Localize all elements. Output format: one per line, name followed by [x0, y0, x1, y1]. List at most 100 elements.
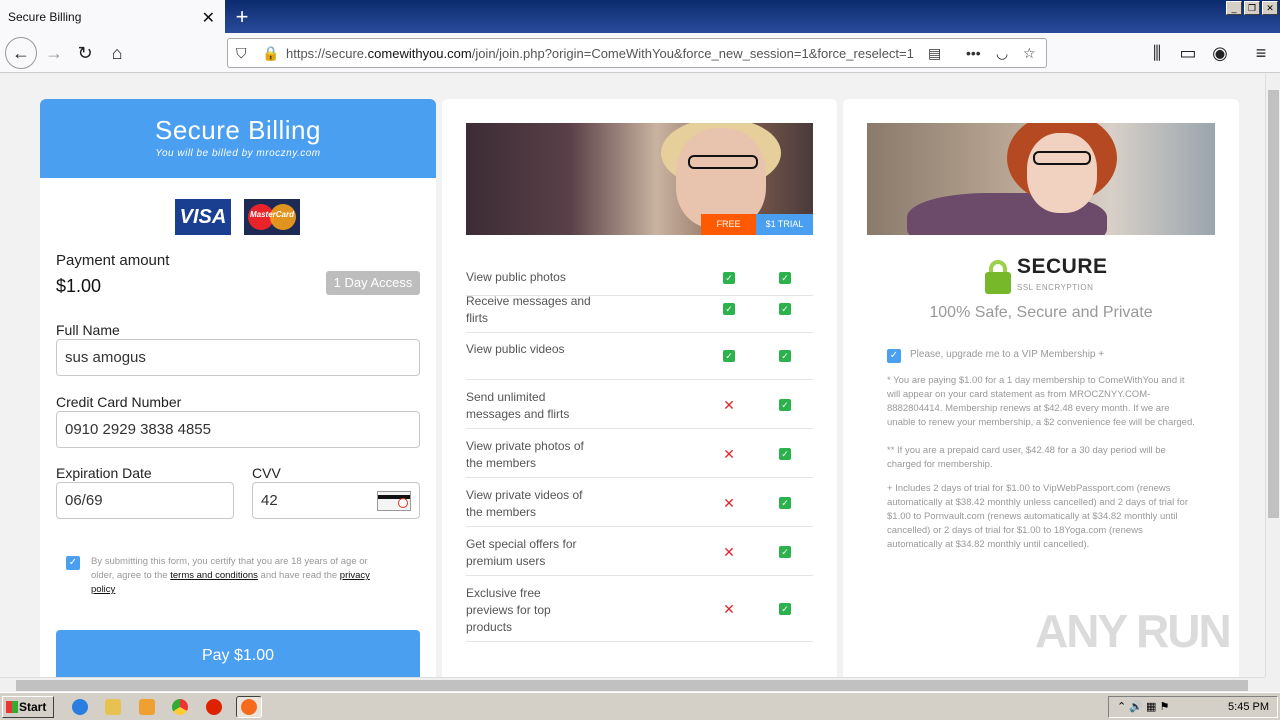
check-icon: ✓ [779, 497, 791, 509]
start-button[interactable]: Start [2, 696, 54, 718]
nav-toolbar: ← → ↻ ⌂ ⛉ 🔒 https://secure.comewithyou.c… [0, 33, 1280, 73]
bookmark-star-icon[interactable]: ☆ [1023, 45, 1036, 62]
security-card: SECURE SSL ENCRYPTION 100% Safe, Secure a… [843, 99, 1239, 677]
cross-icon: ✕ [723, 446, 735, 462]
close-window-icon[interactable]: ✕ [1262, 1, 1278, 15]
check-icon: ✓ [779, 448, 791, 460]
shield-icon[interactable]: ⛉ [236, 45, 247, 62]
free-tag: FREE [701, 214, 756, 235]
tab-title: Secure Billing [8, 9, 82, 24]
feature-label: Get special offers for premium users [466, 537, 577, 568]
clock: 5:45 PM [1228, 701, 1269, 713]
menu-icon[interactable]: ≡ [1249, 41, 1273, 65]
terms-link[interactable]: terms and conditions [170, 570, 258, 581]
cvv-field[interactable]: 42 [252, 482, 420, 519]
url-prefix: https://secure. [286, 46, 368, 61]
chrome-icon[interactable] [172, 699, 188, 715]
check-icon: ✓ [723, 350, 735, 362]
feature-row: View private photos of the members ✕ ✓ [466, 429, 813, 478]
secure-text: SECURE [1017, 255, 1108, 278]
fine-print-3: + Includes 2 days of trial for $1.00 to … [887, 483, 1188, 550]
vip-label: Please, upgrade me to a VIP Membership + [910, 349, 1105, 360]
cross-icon: ✕ [723, 495, 735, 511]
tab-bar: Secure Billing ✕ + _ ❐ ✕ [0, 0, 1280, 33]
feature-label: Exclusive free previews for top products [466, 586, 551, 634]
restore-icon[interactable]: ❐ [1244, 1, 1260, 15]
billing-header: Secure Billing You will be billed by mro… [40, 99, 436, 178]
taskbar: Start ⌃ 🔊 ▦ ⚑ 5:45 PM [0, 692, 1280, 720]
pay-button[interactable]: Pay $1.00 [56, 630, 420, 677]
feature-row: Exclusive free previews for top products… [466, 576, 813, 642]
cross-icon: ✕ [723, 544, 735, 560]
check-icon: ✓ [723, 303, 735, 315]
browser-tab[interactable]: Secure Billing ✕ [0, 0, 225, 33]
cvv-value: 42 [261, 492, 278, 509]
url-domain: comewithyou.com [367, 46, 472, 61]
visa-logo: VISA [175, 199, 231, 235]
cross-icon: ✕ [723, 601, 735, 617]
forward-icon[interactable]: → [42, 41, 66, 65]
account-icon[interactable]: ◉ [1208, 41, 1232, 65]
ssl-badge: SECURE SSL ENCRYPTION [985, 255, 1108, 295]
fine-print-2: ** If you are a prepaid card user, $42.4… [887, 445, 1166, 470]
trial-tag: $1 TRIAL [756, 214, 813, 235]
window-controls: _ ❐ ✕ [1226, 1, 1278, 15]
cvv-label: CVV [252, 465, 281, 481]
feature-row: Receive messages and flirts ✓ ✓ [466, 284, 813, 333]
new-tab-icon[interactable]: + [230, 4, 254, 30]
feature-row: View private videos of the members ✕ ✓ [466, 478, 813, 527]
feature-label: View public videos [466, 342, 565, 356]
pocket-icon[interactable]: ◡ [996, 45, 1008, 62]
url-text[interactable]: https://secure.comewithyou.com/join/join… [286, 46, 916, 61]
vertical-scrollbar[interactable] [1265, 74, 1280, 677]
reader-view-icon[interactable]: ▤ [928, 45, 941, 62]
close-tab-icon[interactable]: ✕ [202, 8, 215, 28]
reload-icon[interactable]: ↻ [73, 41, 97, 65]
home-icon[interactable]: ⌂ [105, 41, 129, 65]
url-bar[interactable]: ⛉ 🔒 https://secure.comewithyou.com/join/… [227, 38, 1047, 68]
cvv-card-icon [377, 491, 411, 511]
firefox-taskbar-button[interactable] [236, 696, 262, 718]
expiration-field[interactable]: 06/69 [56, 482, 234, 519]
media-player-icon[interactable] [139, 699, 155, 715]
feature-row: Get special offers for premium users ✕ ✓ [466, 527, 813, 576]
library-icon[interactable]: ⫼ [1145, 41, 1169, 65]
lock-icon[interactable]: 🔒 [262, 45, 279, 62]
payment-amount-label: Payment amount [56, 252, 170, 269]
padlock-icon [985, 260, 1011, 294]
terms-text: By submitting this form, you certify tha… [91, 555, 391, 597]
explorer-icon[interactable] [105, 699, 121, 715]
cross-icon: ✕ [723, 397, 735, 413]
terms-checkbox[interactable]: ✓ [66, 556, 80, 570]
more-actions-icon[interactable]: ••• [966, 45, 981, 61]
cc-label: Credit Card Number [56, 394, 182, 410]
horizontal-scrollbar[interactable] [0, 677, 1265, 692]
feature-row: Send unlimited messages and flirts ✕ ✓ [466, 380, 813, 429]
check-icon: ✓ [779, 399, 791, 411]
check-icon: ✓ [779, 303, 791, 315]
feature-label: View private videos of the members [466, 488, 583, 519]
vip-checkbox[interactable]: ✓ [887, 349, 901, 363]
url-path: /join/join.php?origin=ComeWithYou&force_… [471, 46, 914, 61]
sidebar-icon[interactable]: ▭ [1176, 41, 1200, 65]
minimize-icon[interactable]: _ [1226, 1, 1242, 15]
billing-card: Secure Billing You will be billed by mro… [40, 99, 436, 677]
full-name-label: Full Name [56, 322, 120, 338]
tray-icons[interactable]: ⌃ 🔊 ▦ ⚑ [1117, 700, 1169, 713]
feature-row: View public videos ✓ ✓ [466, 331, 813, 380]
opera-icon[interactable] [206, 699, 222, 715]
feature-label: Send unlimited messages and flirts [466, 390, 570, 421]
card-logos: VISA MasterCard [175, 199, 300, 235]
feature-label: Receive messages and flirts [466, 294, 591, 325]
mastercard-logo: MasterCard [244, 199, 300, 235]
check-icon: ✓ [779, 272, 791, 284]
credit-card-field[interactable]: 0910 2929 3838 4855 [56, 411, 420, 448]
full-name-field[interactable]: sus amogus [56, 339, 420, 376]
payment-amount: $1.00 [56, 276, 102, 296]
ssl-text: SSL ENCRYPTION [1017, 283, 1094, 292]
back-icon[interactable]: ← [5, 37, 37, 69]
billing-title: Secure Billing [155, 115, 321, 145]
comparison-card: FREE $1 TRIAL View public photos ✓ ✓ Receiv… [442, 99, 837, 677]
billing-subtitle: You will be billed by mroczny.com [155, 148, 321, 159]
ie-icon[interactable] [72, 699, 88, 715]
